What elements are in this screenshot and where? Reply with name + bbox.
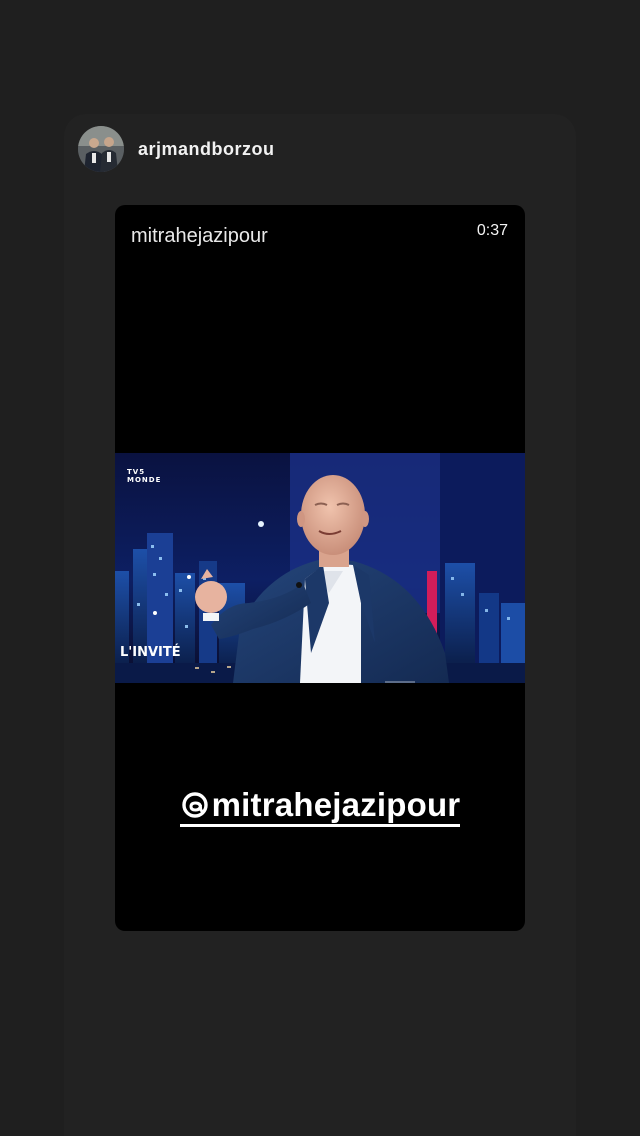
channel-logo: TV5 MONDE [127, 468, 161, 484]
video-frame[interactable]: TV5 MONDE L'INVITÉ [115, 453, 525, 683]
video-duration: 0:37 [476, 222, 508, 239]
story-author[interactable]: mitrahejazipour [131, 225, 268, 248]
channel-logo-line1: TV5 [127, 468, 146, 476]
story-preview[interactable]: mitrahejazipour 0:37 TV5 MONDE L'INVITÉ … [115, 205, 525, 931]
post-header[interactable]: arjmandborzou [78, 126, 275, 172]
avatar-photo-icon [78, 126, 124, 172]
mention-sticker[interactable]: mitrahejazipour [115, 786, 525, 827]
channel-logo-line2: MONDE [127, 476, 162, 484]
threads-icon [181, 792, 208, 818]
mention-link[interactable]: mitrahejazipour [179, 786, 461, 827]
show-logo: L'INVITÉ [120, 645, 181, 660]
story-screen: arjmandborzou mitrahejazipour 0:37 TV5 M… [0, 0, 640, 1136]
username[interactable]: arjmandborzou [138, 139, 275, 160]
avatar[interactable] [78, 126, 124, 172]
mention-username[interactable]: mitrahejazipour [212, 786, 461, 824]
